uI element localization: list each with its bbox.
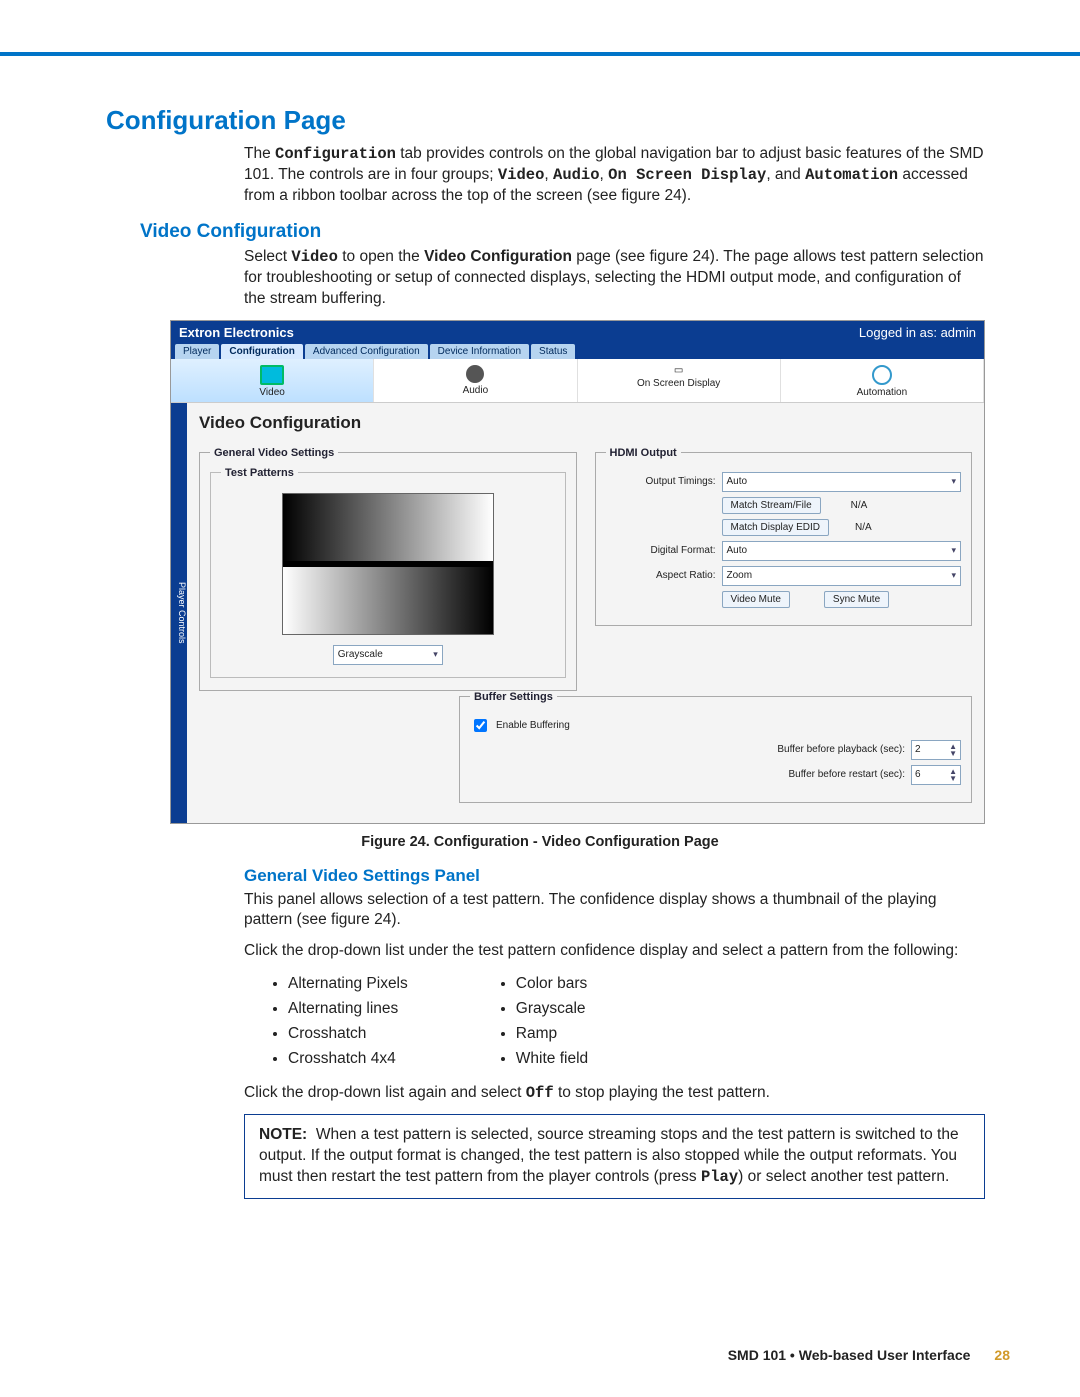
general-video-legend: General Video Settings — [210, 447, 338, 459]
app-brand: Extron Electronics — [179, 325, 294, 340]
list-item: Alternating Pixels — [288, 972, 408, 997]
match-stream-button[interactable]: Match Stream/File — [722, 497, 821, 514]
osd-icon: ▭ — [580, 365, 778, 376]
note-lead: NOTE: — [259, 1126, 307, 1143]
gear-icon — [872, 365, 892, 385]
list-item: Crosshatch 4x4 — [288, 1047, 408, 1072]
general-panel-p2: Click the drop-down list under the test … — [244, 941, 985, 962]
ribbon-automation[interactable]: Automation — [781, 359, 984, 402]
ribbon-video[interactable]: Video — [171, 359, 374, 402]
aspect-ratio-label: Aspect Ratio: — [606, 570, 716, 581]
buffer-before-playback-label: Buffer before playback (sec): — [777, 744, 905, 755]
intro-paragraph: The Configuration tab provides controls … — [244, 144, 985, 207]
match-stream-value: N/A — [851, 500, 868, 511]
sync-mute-button[interactable]: Sync Mute — [824, 591, 889, 608]
embedded-screenshot: Extron Electronics Logged in as: admin P… — [170, 320, 985, 824]
general-video-settings-panel: General Video Settings Test Patterns Gra… — [199, 447, 577, 691]
test-pattern-dropdown[interactable]: Grayscale ▾ — [333, 645, 443, 665]
nav-tabs: Player Configuration Advanced Configurat… — [171, 344, 984, 359]
spinner-arrows-icon: ▲▼ — [949, 743, 957, 757]
list-item: Ramp — [516, 1022, 588, 1047]
list-item: White field — [516, 1047, 588, 1072]
speaker-icon — [466, 365, 484, 383]
general-panel-p1: This panel allows selection of a test pa… — [244, 890, 985, 932]
hdmi-legend: HDMI Output — [606, 447, 681, 459]
list-item: Crosshatch — [288, 1022, 408, 1047]
buffer-before-restart-label: Buffer before restart (sec): — [788, 769, 905, 780]
section-heading-video: Video Configuration — [140, 221, 1010, 243]
ribbon-audio[interactable]: Audio — [374, 359, 577, 402]
tab-status[interactable]: Status — [531, 344, 575, 359]
chevron-down-icon: ▾ — [951, 570, 956, 581]
chevron-down-icon: ▾ — [433, 649, 438, 660]
buffer-settings-panel: Buffer Settings Enable Buffering Buffer … — [459, 691, 972, 803]
list-item: Grayscale — [516, 997, 588, 1022]
page-footer: SMD 101 • Web-based User Interface28 — [728, 1347, 1010, 1363]
chevron-down-icon: ▾ — [951, 545, 956, 556]
list-item: Alternating lines — [288, 997, 408, 1022]
tab-advanced-configuration[interactable]: Advanced Configuration — [305, 344, 428, 359]
output-timings-label: Output Timings: — [606, 476, 716, 487]
digital-format-dropdown[interactable]: Auto▾ — [722, 541, 962, 561]
figure-caption: Figure 24. Configuration - Video Configu… — [70, 834, 1010, 850]
ribbon-osd[interactable]: ▭ On Screen Display — [578, 359, 781, 402]
pattern-list: Alternating Pixels Alternating lines Cro… — [270, 972, 985, 1071]
test-patterns-legend: Test Patterns — [221, 467, 298, 479]
monitor-icon — [260, 365, 284, 385]
note-box: NOTE: When a test pattern is selected, s… — [244, 1114, 985, 1199]
match-edid-value: N/A — [855, 522, 872, 533]
panel-title: Video Configuration — [199, 413, 972, 433]
ribbon-toolbar: Video Audio ▭ On Screen Display Automati… — [171, 359, 984, 403]
tab-configuration[interactable]: Configuration — [221, 344, 303, 359]
enable-buffering-label: Enable Buffering — [496, 720, 570, 731]
output-timings-dropdown[interactable]: Auto▾ — [722, 472, 962, 492]
tab-device-information[interactable]: Device Information — [430, 344, 529, 359]
video-mute-button[interactable]: Video Mute — [722, 591, 790, 608]
buffer-legend: Buffer Settings — [470, 691, 557, 703]
page-number: 28 — [994, 1347, 1010, 1363]
match-edid-button[interactable]: Match Display EDID — [722, 519, 829, 536]
enable-buffering-checkbox[interactable] — [474, 719, 487, 732]
chevron-down-icon: ▾ — [951, 476, 956, 487]
off-instruction: Click the drop-down list again and selec… — [244, 1083, 985, 1104]
video-intro-paragraph: Select Video to open the Video Configura… — [244, 247, 985, 310]
general-video-settings-heading: General Video Settings Panel — [244, 866, 1010, 886]
sidebar-player-controls[interactable]: Player Controls — [171, 403, 187, 823]
login-status: Logged in as: admin — [859, 325, 976, 340]
buffer-before-restart-spinner[interactable]: 6 ▲▼ — [911, 765, 961, 785]
page-title: Configuration Page — [106, 105, 1010, 136]
digital-format-label: Digital Format: — [606, 545, 716, 556]
spinner-arrows-icon: ▲▼ — [949, 768, 957, 782]
test-pattern-preview — [282, 493, 494, 635]
buffer-before-playback-spinner[interactable]: 2 ▲▼ — [911, 740, 961, 760]
aspect-ratio-dropdown[interactable]: Zoom▾ — [722, 566, 962, 586]
tab-player[interactable]: Player — [175, 344, 219, 359]
list-item: Color bars — [516, 972, 588, 997]
hdmi-output-panel: HDMI Output Output Timings: Auto▾ Match … — [595, 447, 973, 626]
page-accent-bar — [0, 52, 1080, 56]
